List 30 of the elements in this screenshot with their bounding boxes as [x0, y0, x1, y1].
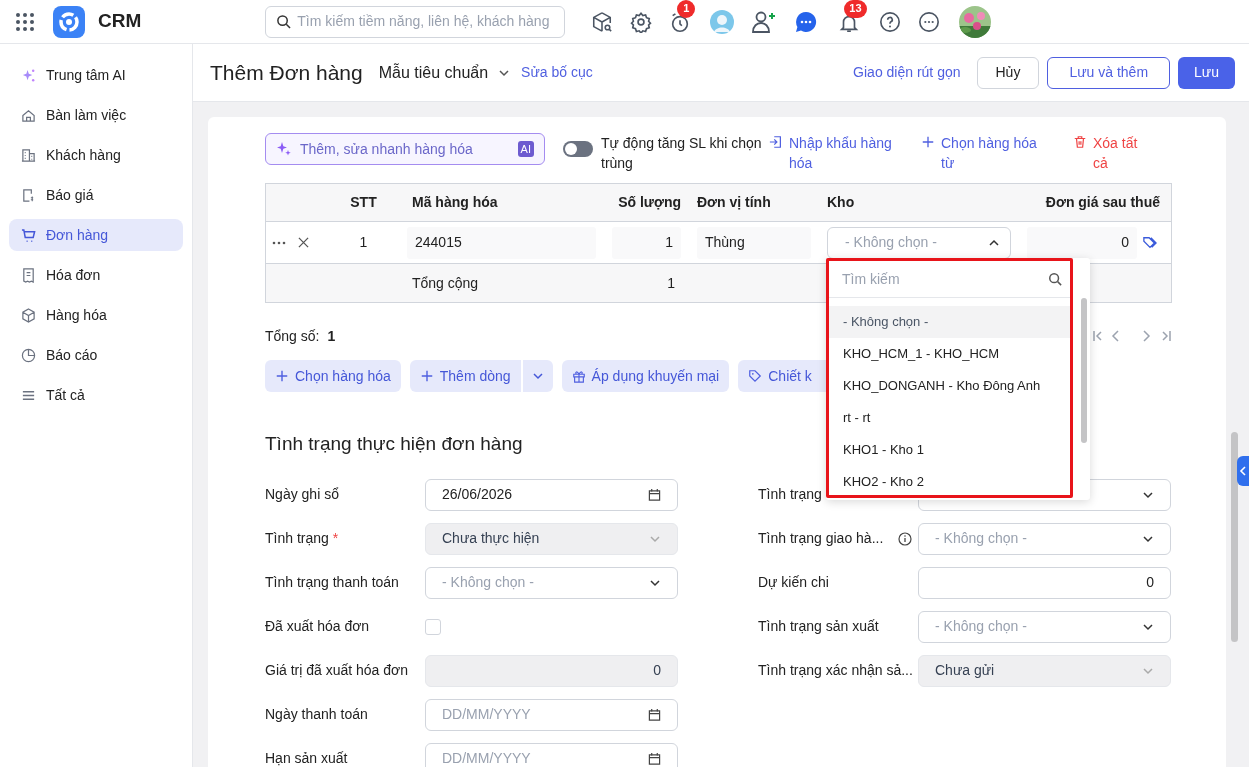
total-label: Tổng cộng — [411, 273, 480, 293]
field-label: Hạn sản xuất — [265, 749, 348, 767]
field-label: Ngày thanh toán — [265, 705, 368, 724]
page-title: Thêm Đơn hàng — [210, 59, 363, 86]
section-title: Tình trạng thực hiện đơn hàng — [265, 432, 523, 456]
notification-badge: 13 — [844, 0, 867, 18]
reminder-badge: 1 — [677, 0, 696, 18]
total-count-label: Tổng số: — [265, 326, 320, 346]
toggle-label: Tự động tăng SL khi chọn trùng — [601, 134, 763, 173]
total-quantity: 1 — [666, 273, 676, 293]
column-header: Đơn giá sau thuế — [1044, 193, 1161, 212]
field-label: Giá trị đã xuất hóa đơn — [265, 661, 409, 680]
field-label: Đã xuất hóa đơn — [265, 617, 370, 636]
field-label: Tình trạng * — [265, 529, 339, 548]
field-label: Dự kiến chi — [758, 573, 829, 592]
column-header: Kho — [826, 193, 856, 212]
column-header: Số lượng — [617, 193, 682, 212]
field-label: Tình trạng thanh toán — [265, 573, 399, 592]
ai-badge: AI — [517, 141, 534, 157]
field-label: Tình trạng — [758, 485, 822, 504]
field-label: Ngày ghi sổ — [265, 485, 339, 504]
column-header: Đơn vị tính — [696, 193, 772, 212]
column-header: Mã hàng hóa — [411, 193, 499, 212]
field-label: Tình trạng giao hà... — [758, 529, 884, 548]
field-label: Tình trạng sản xuất — [758, 617, 879, 636]
field-label: Tình trạng xác nhận sả... — [758, 661, 913, 680]
table-cell-text: 1 — [358, 233, 369, 252]
column-header: STT — [349, 193, 378, 212]
total-count-value: 1 — [327, 326, 336, 346]
app-name: CRM — [98, 9, 142, 34]
